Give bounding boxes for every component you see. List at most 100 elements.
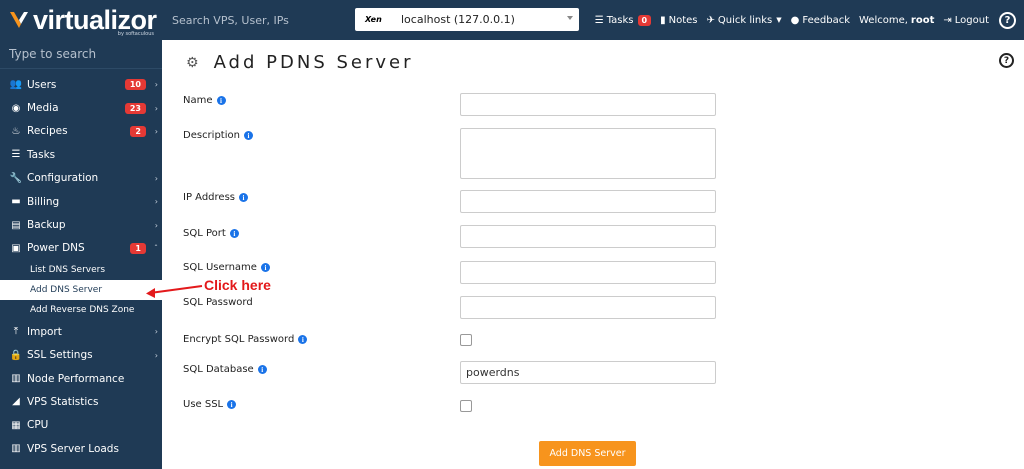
encrypt-checkbox[interactable] (460, 334, 472, 346)
sidebar-item-label: Configuration (27, 172, 99, 185)
port-label-text: SQL Port (183, 228, 226, 239)
page-title: ⚙ Add PDNS Server (186, 52, 414, 73)
brand-sub: by softaculous (117, 31, 154, 37)
info-icon[interactable]: i (298, 335, 308, 344)
ip-label-text: IP Address (183, 192, 235, 203)
description-textarea[interactable] (460, 128, 716, 179)
info-icon[interactable]: i (229, 229, 239, 238)
sidebar-item-cpu[interactable]: ▦ CPU (0, 414, 162, 437)
name-input[interactable] (460, 93, 716, 116)
notes-link[interactable]: ▮ Notes (660, 15, 697, 26)
username-input[interactable] (460, 261, 716, 284)
sidebar-item-label: CPU (27, 419, 49, 432)
help-icon[interactable]: ? (999, 11, 1016, 29)
sidebar-item-power-dns[interactable]: ▣ Power DNS 1 ˆ (0, 237, 162, 260)
sidebar: 👥 Users 10 › ◉ Media 23 › ♨ Recipes 2 › … (0, 40, 162, 469)
help-icon[interactable]: ? (999, 53, 1014, 68)
info-icon[interactable]: i (243, 131, 253, 140)
sidebar-item-configuration[interactable]: 🔧 Configuration › (0, 167, 162, 190)
welcome-text: Welcome, root (859, 15, 934, 26)
database-label: SQL Database i (183, 364, 267, 375)
annotation-text: Click here (204, 277, 271, 293)
arrow-line (149, 285, 203, 294)
tasks-badge: 0 (637, 14, 652, 26)
chevron-right-icon: › (154, 126, 158, 136)
chevron-down-icon (567, 16, 573, 20)
sidebar-item-label: SSL Settings (27, 349, 93, 362)
description-label-text: Description (183, 130, 240, 141)
info-icon[interactable]: i (238, 193, 248, 202)
info-icon[interactable]: i (216, 96, 226, 105)
sidebar-item-users[interactable]: 👥 Users 10 › (0, 73, 162, 96)
quicklinks-label: Quick links (717, 14, 773, 26)
logout-icon: ⇥ (943, 14, 952, 26)
xen-logo: Xen (365, 15, 382, 24)
top-bar: virtualizor by softaculous Xen localhost… (0, 0, 1024, 40)
sidebar-search-input[interactable] (9, 47, 149, 61)
plane-icon: ✈ (706, 14, 715, 26)
tasks-link[interactable]: ☰ Tasks 0 (594, 14, 652, 26)
sidebar-subitem-list-dns[interactable]: List DNS Servers (0, 260, 162, 281)
sidebar-subitem-add-dns[interactable]: Add DNS Server (0, 280, 162, 301)
sidebar-item-label: VPS Server Loads (27, 442, 119, 455)
area-chart-icon: ◢ (12, 396, 20, 408)
server-select[interactable]: Xen localhost (127.0.0.1) (355, 8, 579, 31)
notes-label: Notes (668, 14, 698, 26)
sidebar-search (0, 40, 162, 69)
import-icon: ⤒ (13, 326, 19, 338)
top-search-input[interactable] (172, 13, 322, 27)
feedback-label: Feedback (802, 14, 850, 26)
sidebar-item-backup[interactable]: ▤ Backup › (0, 213, 162, 236)
sidebar-item-label: Backup (27, 219, 66, 232)
sidebar-item-import[interactable]: ⤒ Import › (0, 320, 162, 343)
gears-icon: ⚙ (186, 54, 202, 71)
backup-icon: ▤ (11, 219, 21, 231)
port-input[interactable] (460, 225, 716, 248)
sidebar-item-label: Power DNS (27, 242, 85, 255)
sidebar-badge: 1 (130, 242, 146, 254)
sidebar-item-vps-server-loads[interactable]: ▥ VPS Server Loads (0, 437, 162, 460)
ssl-checkbox[interactable] (460, 400, 472, 412)
feedback-link[interactable]: ● Feedback (791, 15, 850, 26)
brand-logo[interactable]: virtualizor by softaculous (0, 0, 162, 40)
wrench-icon: 🔧 (9, 172, 23, 184)
page-title-text: Add PDNS Server (213, 52, 414, 73)
info-icon[interactable]: i (260, 263, 270, 272)
sidebar-item-tasks[interactable]: ☰ Tasks (0, 143, 162, 166)
password-input[interactable] (460, 296, 716, 319)
caret-down-icon: ▼ (776, 16, 782, 24)
encrypt-label-text: Encrypt SQL Password (183, 334, 295, 345)
sidebar-item-media[interactable]: ◉ Media 23 › (0, 96, 162, 119)
arrow-head (146, 288, 155, 298)
ssl-label: Use SSL i (183, 399, 237, 410)
sidebar-item-vps-statistics[interactable]: ◢ VPS Statistics (0, 390, 162, 413)
quicklinks-link[interactable]: ✈ Quick links ▼ (706, 15, 781, 26)
sidebar-item-billing[interactable]: ▬ Billing › (0, 190, 162, 213)
lock-icon: 🔒 (9, 349, 23, 361)
sidebar-item-recipes[interactable]: ♨ Recipes 2 › (0, 120, 162, 143)
sidebar-item-label: Tasks (27, 148, 56, 161)
ip-input[interactable] (460, 190, 716, 213)
list-icon: ☰ (594, 14, 604, 26)
logout-link[interactable]: ⇥ Logout (943, 15, 989, 26)
database-input[interactable] (460, 361, 716, 384)
database-label-text: SQL Database (183, 364, 254, 375)
chevron-right-icon: › (154, 173, 158, 183)
brand-mark-icon (8, 9, 30, 31)
sidebar-badge: 2 (130, 125, 146, 137)
top-search (162, 0, 322, 40)
username-label-text: SQL Username (183, 262, 257, 273)
sidebar-item-ssl[interactable]: 🔒 SSL Settings › (0, 344, 162, 367)
top-nav: ☰ Tasks 0 ▮ Notes ✈ Quick links ▼ ● Feed… (586, 0, 1016, 40)
name-label: Name i (183, 95, 226, 106)
add-dns-server-button[interactable]: Add DNS Server (539, 441, 636, 466)
info-icon[interactable]: i (257, 365, 267, 374)
chevron-up-icon: ˆ (154, 243, 158, 253)
sidebar-item-label: Recipes (27, 125, 68, 138)
users-icon: 👥 (9, 79, 23, 91)
sidebar-item-node-performance[interactable]: ▥ Node Performance (0, 367, 162, 390)
dns-icon: ▣ (11, 242, 21, 254)
media-icon: ◉ (11, 102, 21, 114)
info-icon[interactable]: i (227, 400, 237, 409)
sidebar-subitem-add-reverse[interactable]: Add Reverse DNS Zone (0, 300, 162, 321)
